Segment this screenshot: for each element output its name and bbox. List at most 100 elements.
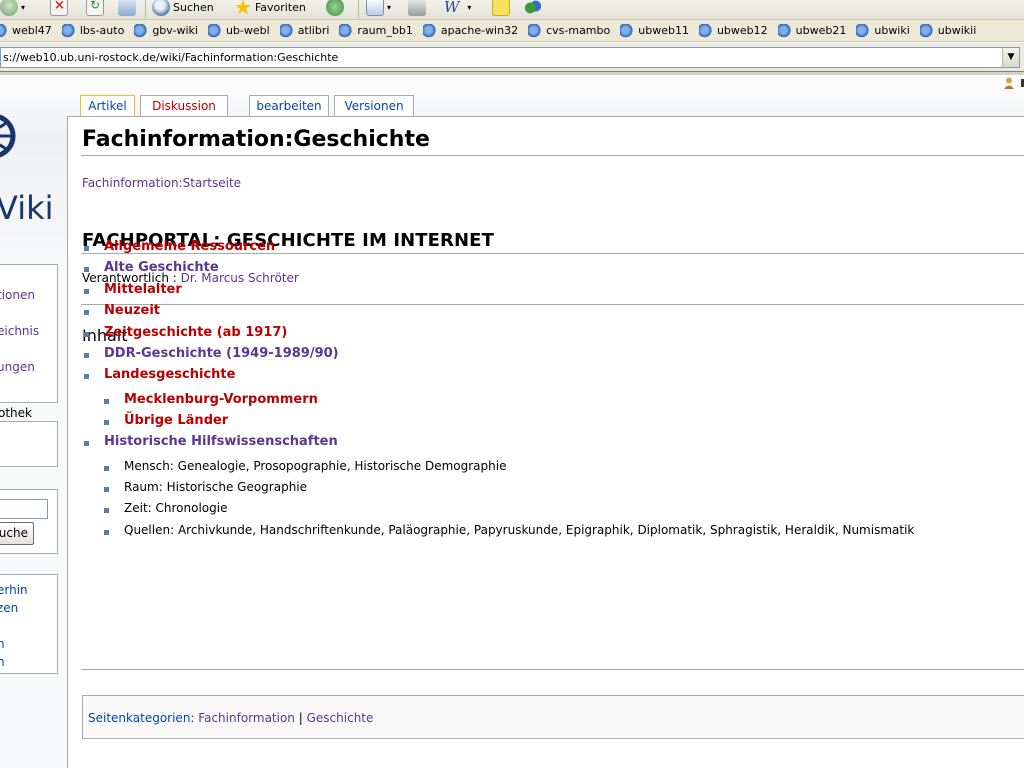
- link-bar-item[interactable]: gbv-wiki: [134, 23, 198, 38]
- nav-item[interactable]: eichnis: [0, 324, 39, 338]
- link-bar-item[interactable]: raum_bb1: [339, 23, 413, 38]
- bullet: [104, 420, 109, 426]
- chevron-down-icon: ▼: [1007, 52, 1015, 62]
- toolbox-portlet: erhin zen n n: [0, 574, 58, 674]
- bullet: [84, 353, 89, 358]
- link-bar-item[interactable]: ub-webl: [207, 23, 270, 38]
- wiki-logo-icon[interactable]: [0, 105, 16, 167]
- toc-link[interactable]: Historische Hilfswissenschaften: [104, 434, 338, 449]
- ie-page-icon: [279, 23, 294, 38]
- link-bar-item[interactable]: apache-win32: [422, 23, 518, 38]
- ie-page-icon: [698, 23, 713, 38]
- link-bar-label: ubweb21: [795, 24, 847, 37]
- media-icon: [326, 0, 344, 16]
- star-icon: ★: [234, 0, 252, 19]
- magnifier-icon: [152, 0, 170, 16]
- category-link-fachinformation[interactable]: Fachinformation: [198, 711, 295, 725]
- toc-link[interactable]: Landesgeschichte: [104, 367, 235, 382]
- link-bar-label: cvs-mambo: [546, 24, 611, 37]
- section-divider: [81, 304, 1024, 305]
- link-bar-item[interactable]: ubweb11: [620, 23, 689, 38]
- tab-artikel[interactable]: Artikel: [80, 95, 135, 117]
- link-bar-item[interactable]: ubwikii: [919, 23, 976, 38]
- category-links: Seitenkategorien: Fachinformation | Gesc…: [82, 695, 1024, 739]
- tool-item[interactable]: zen: [0, 601, 18, 615]
- ie-page-icon: [919, 23, 934, 38]
- ie-page-icon: [777, 23, 792, 38]
- browser-toolbar: ▾ × ↻ Suchen ★ Favoriten ▾ W ▾: [0, 0, 1024, 20]
- toc-text-item: Raum: Historische Geographie: [124, 480, 308, 495]
- toc-sublink[interactable]: Übrige Länder: [124, 413, 228, 428]
- back-button[interactable]: ▾: [0, 0, 25, 18]
- note-button[interactable]: [492, 0, 513, 18]
- toolbar-separator: [145, 0, 146, 18]
- tool-item[interactable]: n: [0, 655, 5, 669]
- nav-item[interactable]: tionen: [0, 288, 35, 302]
- link-bar-item[interactable]: lbs-auto: [61, 23, 124, 38]
- word-icon: W: [444, 0, 460, 16]
- messenger-icon: [524, 0, 542, 16]
- link-bar-item[interactable]: webl47: [0, 23, 52, 38]
- toc-link[interactable]: Allgemeine Ressourcen: [104, 239, 275, 254]
- back-arrow-icon: [0, 0, 18, 16]
- bullet: [104, 487, 109, 493]
- link-bar-label: atlibri: [297, 24, 330, 37]
- link-bar-item[interactable]: ubweb12: [698, 23, 768, 38]
- address-input[interactable]: s://web10.ub.uni-rostock.de/wiki/Fachinf…: [0, 47, 1020, 68]
- category-link-geschichte[interactable]: Geschichte: [307, 711, 374, 725]
- messenger-button[interactable]: [524, 0, 545, 18]
- link-bar-label: ub-webl: [225, 24, 270, 37]
- bullet: [84, 267, 89, 273]
- link-bar-label: webl47: [12, 24, 52, 37]
- ie-page-icon: [528, 23, 543, 38]
- toc-link[interactable]: Alte Geschichte: [104, 260, 219, 275]
- stop-button[interactable]: ×: [50, 0, 71, 18]
- link-bar-item[interactable]: cvs-mambo: [528, 23, 611, 38]
- search-toolbar-button[interactable]: Suchen: [152, 0, 214, 18]
- link-bar-item[interactable]: ubwiki: [856, 23, 910, 38]
- address-dropdown-button[interactable]: ▼: [1002, 48, 1019, 67]
- mail-button[interactable]: ▾: [366, 0, 391, 18]
- toc-link[interactable]: Zeitgeschichte (ab 1917): [104, 325, 287, 340]
- toc-sublink[interactable]: Mecklenburg-Vorpommern: [124, 392, 318, 407]
- link-bar-label: raum_bb1: [357, 24, 413, 37]
- link-bar-item[interactable]: atlibri: [279, 23, 330, 38]
- ie-page-icon: [339, 23, 354, 38]
- print-button[interactable]: [408, 0, 429, 18]
- tab-versionen[interactable]: Versionen: [334, 95, 414, 116]
- favorites-button[interactable]: ★ Favoriten: [234, 0, 306, 18]
- toc-link[interactable]: Mittelalter: [104, 282, 182, 297]
- link-bar-label: ubweb11: [638, 24, 689, 37]
- bullet: [84, 441, 89, 447]
- bullet: [104, 529, 109, 535]
- bullet: [104, 399, 109, 405]
- tool-item[interactable]: erhin: [0, 583, 28, 597]
- categories-label[interactable]: Seitenkategorien:: [88, 711, 194, 725]
- startseite-link[interactable]: Fachinformation:Startseite: [82, 176, 241, 190]
- user-icon[interactable]: [1004, 77, 1014, 89]
- toolbar-separator: [358, 0, 359, 18]
- wiki-logo-text: Viki: [0, 189, 54, 227]
- refresh-button[interactable]: ↻: [86, 0, 107, 18]
- edit-button[interactable]: W ▾: [444, 0, 471, 18]
- library-portlet: [0, 421, 58, 467]
- home-icon: [118, 0, 136, 16]
- tab-diskussion[interactable]: Diskussion: [140, 95, 228, 116]
- bullet: [84, 246, 89, 251]
- ie-page-icon: [856, 23, 871, 38]
- search-input[interactable]: [0, 499, 48, 519]
- content-area: Fachinformation:Geschichte Fachinformati…: [67, 116, 1024, 768]
- nav-item[interactable]: ungen: [0, 360, 35, 374]
- bullet: [84, 331, 89, 337]
- tab-bearbeiten[interactable]: bearbeiten: [249, 95, 329, 116]
- link-bar-item[interactable]: ubweb21: [777, 23, 847, 38]
- search-button[interactable]: uche: [0, 522, 34, 545]
- home-button[interactable]: [118, 0, 139, 18]
- toc-link[interactable]: Neuzeit: [104, 303, 160, 318]
- link-bar-label: ubweb12: [716, 24, 768, 37]
- media-button[interactable]: [326, 0, 347, 18]
- search-toolbar-label: Suchen: [173, 0, 214, 14]
- content-end-divider: [81, 669, 1024, 670]
- toc-link[interactable]: DDR-Geschichte (1949-1989/90): [104, 346, 339, 361]
- tool-item[interactable]: n: [0, 637, 5, 651]
